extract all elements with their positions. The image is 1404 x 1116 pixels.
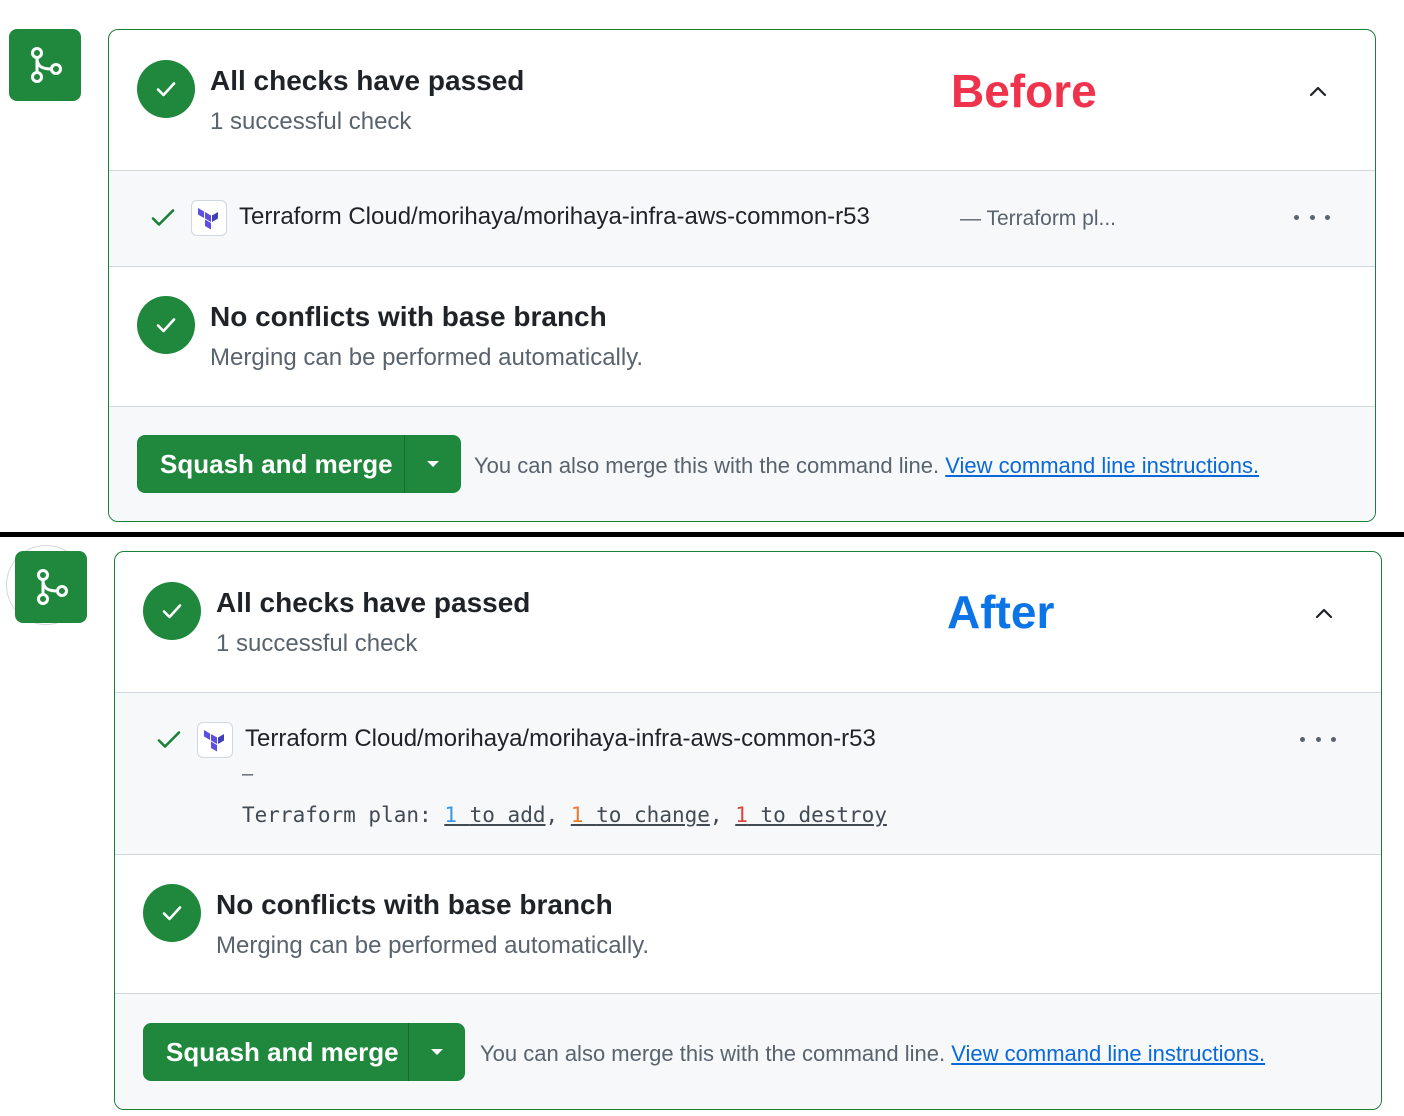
check-dash: – — [242, 763, 254, 785]
squash-and-merge-label[interactable]: Squash and merge — [143, 1023, 408, 1081]
checks-passed-badge — [137, 60, 195, 118]
view-cli-instructions-link[interactable]: View command line instructions. — [945, 453, 1259, 478]
conflicts-title: No conflicts with base branch — [216, 889, 613, 920]
terraform-logo-icon — [204, 730, 224, 752]
conflicts-title: No conflicts with base branch — [210, 301, 607, 332]
after-label: After — [947, 586, 1055, 638]
no-conflicts-badge — [143, 884, 201, 942]
caret-down-icon — [431, 1049, 443, 1055]
merge-box-before: All checks have passed 1 successful chec… — [108, 29, 1376, 522]
before-label: Before — [951, 65, 1097, 117]
plan-separator: , — [709, 803, 723, 827]
terraform-avatar — [197, 722, 233, 758]
check-icon — [151, 209, 175, 226]
checks-title: All checks have passed — [216, 587, 531, 618]
check-icon — [156, 318, 176, 333]
merge-status-icon-after — [15, 551, 87, 623]
plan-add-link[interactable]: 1 to add — [444, 803, 545, 827]
cli-hint-text: You can also merge this with the command… — [474, 453, 940, 478]
check-icon — [162, 906, 182, 921]
merge-method-dropdown[interactable] — [408, 1023, 465, 1081]
view-cli-instructions-link[interactable]: View command line instructions. — [951, 1041, 1265, 1066]
check-icon — [156, 82, 176, 97]
check-item-row: Terraform Cloud/morihaya/morihaya-infra-… — [109, 170, 1375, 266]
plan-change-text: to change — [596, 803, 710, 827]
conflicts-subtitle: Merging can be performed automatically. — [210, 344, 644, 371]
plan-destroy-link[interactable]: 1 to destroy — [735, 803, 887, 827]
check-name[interactable]: Terraform Cloud/morihaya/morihaya-infra-… — [245, 725, 876, 753]
cli-hint: You can also merge this with the command… — [480, 1041, 1265, 1067]
checks-passed-badge — [143, 582, 201, 640]
cli-hint-text: You can also merge this with the command… — [480, 1041, 946, 1066]
plan-add-text: to add — [469, 803, 546, 827]
conflicts-subtitle: Merging can be performed automatically. — [216, 932, 650, 959]
terraform-plan-summary: Terraform plan: 1 to add, 1 to change, 1… — [242, 803, 887, 827]
squash-and-merge-label[interactable]: Squash and merge — [137, 435, 404, 493]
conflicts-section: No conflicts with base branch Merging ca… — [115, 854, 1381, 993]
checks-summary-section: All checks have passed 1 successful chec… — [109, 30, 1375, 170]
comparison-divider — [0, 532, 1404, 537]
squash-and-merge-button[interactable]: Squash and merge — [143, 1023, 465, 1081]
merge-method-dropdown[interactable] — [404, 435, 461, 493]
checks-subtitle: 1 successful check — [216, 630, 418, 657]
terraform-avatar — [191, 200, 227, 236]
git-merge-icon — [37, 569, 68, 605]
kebab-menu-icon[interactable] — [1300, 727, 1336, 751]
chevron-up-icon[interactable] — [1312, 602, 1336, 626]
cli-hint: You can also merge this with the command… — [474, 453, 1259, 479]
checks-title: All checks have passed — [210, 65, 525, 96]
plan-add-count: 1 — [444, 803, 457, 827]
plan-prefix: Terraform plan: — [242, 803, 432, 827]
check-icon — [162, 604, 182, 619]
checks-summary-section: All checks have passed 1 successful chec… — [115, 552, 1381, 692]
squash-and-merge-button[interactable]: Squash and merge — [137, 435, 461, 493]
check-description: — Terraform pl... — [960, 207, 1116, 230]
terraform-logo-icon — [198, 208, 218, 230]
no-conflicts-badge — [137, 296, 195, 354]
chevron-up-icon[interactable] — [1306, 80, 1330, 104]
plan-change-count: 1 — [570, 803, 584, 827]
checks-subtitle: 1 successful check — [210, 108, 412, 135]
check-item-row: Terraform Cloud/morihaya/morihaya-infra-… — [115, 692, 1381, 854]
conflicts-section: No conflicts with base branch Merging ca… — [109, 266, 1375, 406]
kebab-menu-icon[interactable] — [1294, 205, 1330, 229]
plan-separator: , — [545, 803, 559, 827]
plan-destroy-text: to destroy — [760, 803, 887, 827]
merge-status-icon-before — [9, 29, 81, 101]
merge-actions-section: Squash and merge You can also merge this… — [115, 993, 1381, 1109]
check-icon — [157, 731, 181, 748]
merge-actions-section: Squash and merge You can also merge this… — [109, 406, 1375, 521]
git-merge-icon — [31, 47, 62, 83]
caret-down-icon — [427, 461, 439, 467]
plan-destroy-count: 1 — [735, 803, 748, 827]
check-name[interactable]: Terraform Cloud/morihaya/morihaya-infra-… — [239, 203, 870, 231]
plan-change-link[interactable]: 1 to change — [571, 803, 710, 827]
merge-box-after: All checks have passed 1 successful chec… — [114, 551, 1382, 1110]
